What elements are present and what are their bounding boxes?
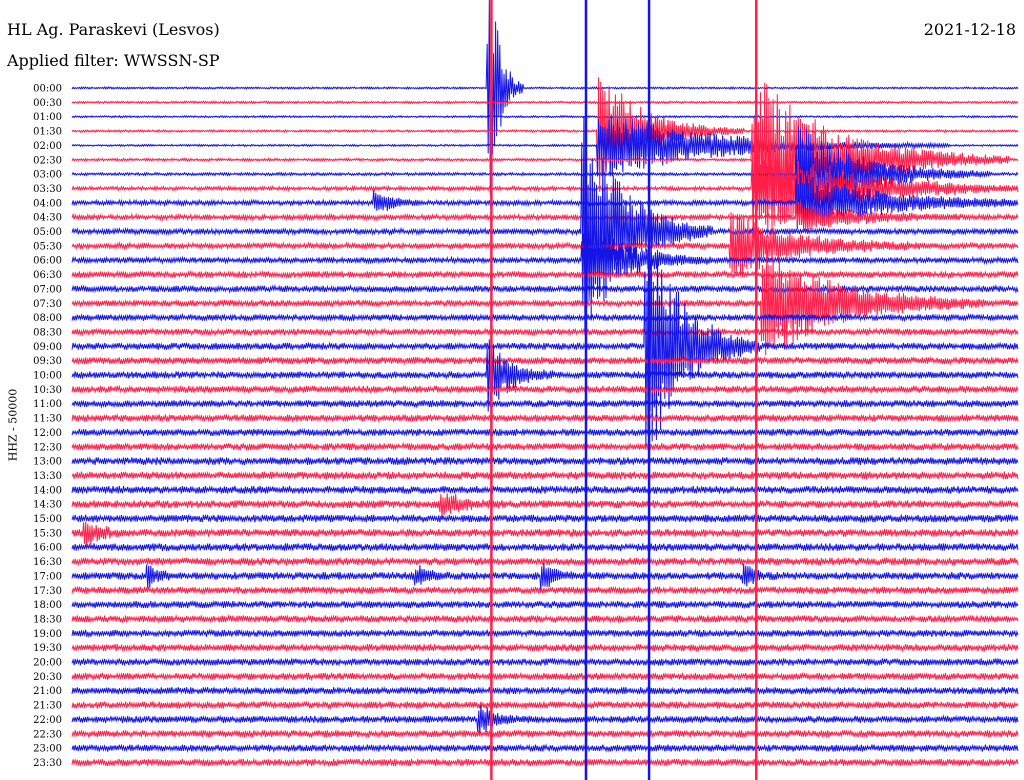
trace-row	[71, 456, 1019, 466]
trace-row	[71, 126, 1019, 222]
time-tick-label: 20:00	[33, 658, 62, 669]
time-tick-label: 17:00	[33, 571, 62, 582]
trace-row	[71, 657, 1019, 667]
time-tick-label: 02:00	[33, 141, 62, 152]
time-tick-label: 10:00	[33, 371, 62, 382]
time-tick-label: 08:30	[33, 327, 62, 338]
trace-row	[71, 312, 1019, 323]
trace-row	[71, 556, 1019, 567]
trace-row	[71, 485, 1019, 495]
trace-row	[71, 757, 1019, 768]
trace-row	[71, 326, 1019, 337]
time-tick-label: 10:30	[33, 385, 62, 396]
time-tick-label: 20:30	[33, 672, 62, 683]
trace-row	[71, 114, 1019, 119]
trace-row	[71, 212, 1019, 277]
trace-row	[71, 269, 1019, 280]
trace-row	[71, 562, 1019, 591]
trace-row	[71, 542, 1019, 553]
time-tick-label: 07:30	[33, 299, 62, 310]
time-tick-label: 12:00	[33, 428, 62, 439]
trace-row	[71, 513, 1019, 524]
trace-row	[71, 493, 1019, 519]
time-tick-label: 01:30	[33, 127, 62, 138]
time-tick-label: 14:30	[33, 500, 62, 511]
trace-row	[71, 614, 1019, 624]
time-tick-label: 21:00	[33, 686, 62, 697]
time-tick-label: 00:30	[33, 98, 62, 109]
trace-row	[71, 384, 1019, 394]
time-tick-label: 19:30	[33, 643, 62, 654]
time-tick-label: 23:30	[33, 758, 62, 769]
time-tick-label: 22:30	[33, 729, 62, 740]
time-tick-label: 00:00	[33, 84, 62, 95]
trace-row	[71, 201, 1019, 232]
time-tick-label: 02:30	[33, 155, 62, 166]
helicorder-plot: 00:00 00:30 01:00 01:30 02:00 02:30 03:00 03:30…	[33, 0, 1019, 780]
trace-row	[71, 599, 1019, 610]
time-tick-label: 12:30	[33, 442, 62, 453]
trace-row	[71, 283, 1019, 294]
trace-row	[71, 398, 1019, 409]
time-tick-label: 09:30	[33, 356, 62, 367]
time-tick-label: 07:00	[33, 284, 62, 295]
time-tick-label: 14:00	[33, 485, 62, 496]
time-tick-label: 16:30	[33, 557, 62, 568]
trace-row	[71, 705, 1019, 734]
time-tick-label: 13:00	[33, 457, 62, 468]
trace-row	[71, 585, 1019, 595]
trace-row	[71, 671, 1019, 682]
seismic-traces	[71, 0, 1019, 768]
time-tick-label: 03:30	[33, 184, 62, 195]
time-tick-label: 15:00	[33, 514, 62, 525]
time-tick-labels: 00:00 00:30 01:00 01:30 02:00 02:30 03:00 03:30…	[33, 84, 62, 769]
time-tick-label: 13:30	[33, 471, 62, 482]
time-tick-label: 01:00	[33, 112, 62, 123]
time-tick-label: 05:30	[33, 241, 62, 252]
time-tick-label: 16:00	[33, 543, 62, 554]
trace-row	[71, 100, 1019, 105]
time-tick-label: 18:00	[33, 600, 62, 611]
trace-row	[71, 685, 1019, 696]
trace-row	[71, 470, 1019, 481]
trace-row	[71, 355, 1019, 366]
time-tick-label: 19:00	[33, 629, 62, 640]
time-tick-label: 03:00	[33, 170, 62, 181]
time-tick-label: 22:00	[33, 715, 62, 726]
trace-row	[71, 521, 1019, 547]
time-tick-label: 11:00	[33, 399, 62, 410]
trace-row	[71, 339, 1019, 412]
time-tick-label: 06:00	[33, 256, 62, 267]
trace-row	[71, 427, 1019, 438]
time-tick-label: 04:00	[33, 198, 62, 209]
time-tick-label: 11:30	[33, 414, 62, 425]
time-tick-label: 04:30	[33, 213, 62, 224]
trace-row	[71, 743, 1019, 754]
trace-row	[71, 441, 1019, 452]
time-tick-label: 09:00	[33, 342, 62, 353]
time-tick-label: 17:30	[33, 586, 62, 597]
time-tick-label: 23:00	[33, 744, 62, 755]
trace-row	[71, 643, 1019, 653]
time-tick-label: 21:30	[33, 701, 62, 712]
time-tick-label: 06:30	[33, 270, 62, 281]
time-tick-label: 05:00	[33, 227, 62, 238]
trace-row	[71, 729, 1019, 739]
time-tick-label: 08:00	[33, 313, 62, 324]
trace-row	[71, 413, 1019, 424]
time-tick-label: 18:30	[33, 614, 62, 625]
trace-row	[71, 628, 1019, 639]
time-tick-label: 15:30	[33, 528, 62, 539]
trace-row	[71, 700, 1019, 711]
